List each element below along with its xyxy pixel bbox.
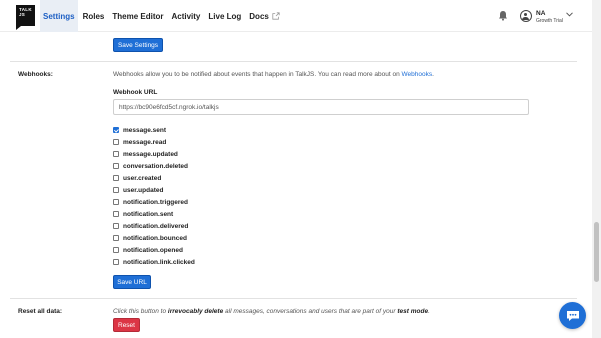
webhook-url-label: Webhook URL (113, 89, 158, 96)
event-row-user-created[interactable]: user.created (113, 172, 195, 184)
checkbox[interactable] (113, 139, 119, 145)
reset-desc-part: Click this button to (113, 308, 168, 315)
checkbox[interactable] (113, 187, 119, 193)
nav-item-roles[interactable]: Roles (80, 0, 108, 32)
save-url-button[interactable]: Save URL (113, 275, 151, 289)
webhook-events-list: message.sent message.read message.update… (113, 124, 195, 268)
webhooks-docs-link[interactable]: Webhooks (402, 71, 433, 78)
top-navigation-bar: TALK JS Settings Roles Theme Editor Activ… (0, 0, 592, 32)
external-link-icon (272, 12, 280, 20)
page-scrollbar[interactable] (592, 0, 601, 338)
chat-widget-button[interactable] (559, 302, 586, 329)
event-row-message-sent[interactable]: message.sent (113, 124, 195, 136)
checkbox[interactable] (113, 235, 119, 241)
account-plan: Growth Trial (536, 18, 563, 24)
webhooks-description: Webhooks allow you to be notified about … (113, 71, 434, 78)
checkbox[interactable] (113, 247, 119, 253)
event-row-notification-bounced[interactable]: notification.bounced (113, 232, 195, 244)
chevron-down-icon[interactable] (566, 12, 573, 17)
reset-button[interactable]: Reset (113, 318, 140, 332)
event-row-message-updated[interactable]: message.updated (113, 148, 195, 160)
section-divider (10, 61, 577, 62)
checkbox[interactable] (113, 151, 119, 157)
checkbox[interactable] (113, 223, 119, 229)
checkbox[interactable] (113, 199, 119, 205)
event-row-message-read[interactable]: message.read (113, 136, 195, 148)
checkbox[interactable] (113, 127, 119, 133)
checkbox[interactable] (113, 211, 119, 217)
event-row-notification-triggered[interactable]: notification.triggered (113, 196, 195, 208)
event-row-notification-delivered[interactable]: notification.delivered (113, 220, 195, 232)
event-label: notification.delivered (123, 222, 189, 230)
checkbox[interactable] (113, 259, 119, 265)
webhooks-description-end: . (432, 71, 434, 78)
webhooks-section-label: Webhooks: (18, 71, 53, 78)
event-row-notification-link-clicked[interactable]: notification.link.clicked (113, 256, 195, 268)
user-avatar-icon[interactable] (520, 10, 532, 22)
event-label: notification.sent (123, 210, 174, 218)
reset-desc-emphasis: irrevocably delete (167, 308, 224, 315)
nav-item-docs[interactable]: Docs (246, 0, 283, 32)
section-divider (10, 298, 577, 299)
event-label: notification.triggered (123, 198, 188, 206)
event-label: message.read (123, 138, 167, 146)
event-label: user.created (123, 174, 162, 182)
checkbox[interactable] (113, 163, 119, 169)
event-label: conversation.deleted (123, 162, 189, 170)
event-label: message.sent (123, 126, 166, 134)
account-name[interactable]: NA (536, 10, 545, 17)
scrollbar-thumb[interactable] (594, 222, 599, 282)
event-label: user.updated (123, 186, 164, 194)
event-row-user-updated[interactable]: user.updated (113, 184, 195, 196)
main-nav: Settings Roles Theme Editor Activity Liv… (40, 0, 285, 32)
talkjs-logo[interactable]: TALK JS (16, 5, 35, 30)
reset-desc-part: . (428, 308, 430, 315)
event-row-notification-opened[interactable]: notification.opened (113, 244, 195, 256)
reset-desc-part: all messages, conversations and users th… (223, 308, 398, 315)
nav-item-activity[interactable]: Activity (168, 0, 203, 32)
event-label: notification.opened (123, 246, 183, 254)
nav-item-live-log[interactable]: Live Log (205, 0, 244, 32)
event-row-conversation-deleted[interactable]: conversation.deleted (113, 160, 195, 172)
save-settings-button[interactable]: Save Settings (113, 38, 163, 52)
event-label: notification.bounced (123, 234, 187, 242)
reset-desc-emphasis: test mode (397, 308, 429, 315)
nav-item-settings[interactable]: Settings (40, 0, 78, 32)
event-label: notification.link.clicked (123, 258, 195, 266)
chat-bubble-icon (566, 310, 579, 321)
event-label: message.updated (123, 150, 178, 158)
reset-section-label: Reset all data: (18, 308, 63, 315)
nav-item-theme-editor[interactable]: Theme Editor (109, 0, 166, 32)
reset-description: Click this button to irrevocably delete … (113, 308, 430, 315)
nav-item-docs-label: Docs (249, 11, 269, 21)
webhooks-description-text: Webhooks allow you to be notified about … (113, 71, 402, 78)
event-row-notification-sent[interactable]: notification.sent (113, 208, 195, 220)
bell-icon[interactable] (498, 10, 508, 21)
webhook-url-input[interactable]: https://bc90e6fcd5cf.ngrok.io/talkjs (113, 99, 529, 115)
checkbox[interactable] (113, 175, 119, 181)
